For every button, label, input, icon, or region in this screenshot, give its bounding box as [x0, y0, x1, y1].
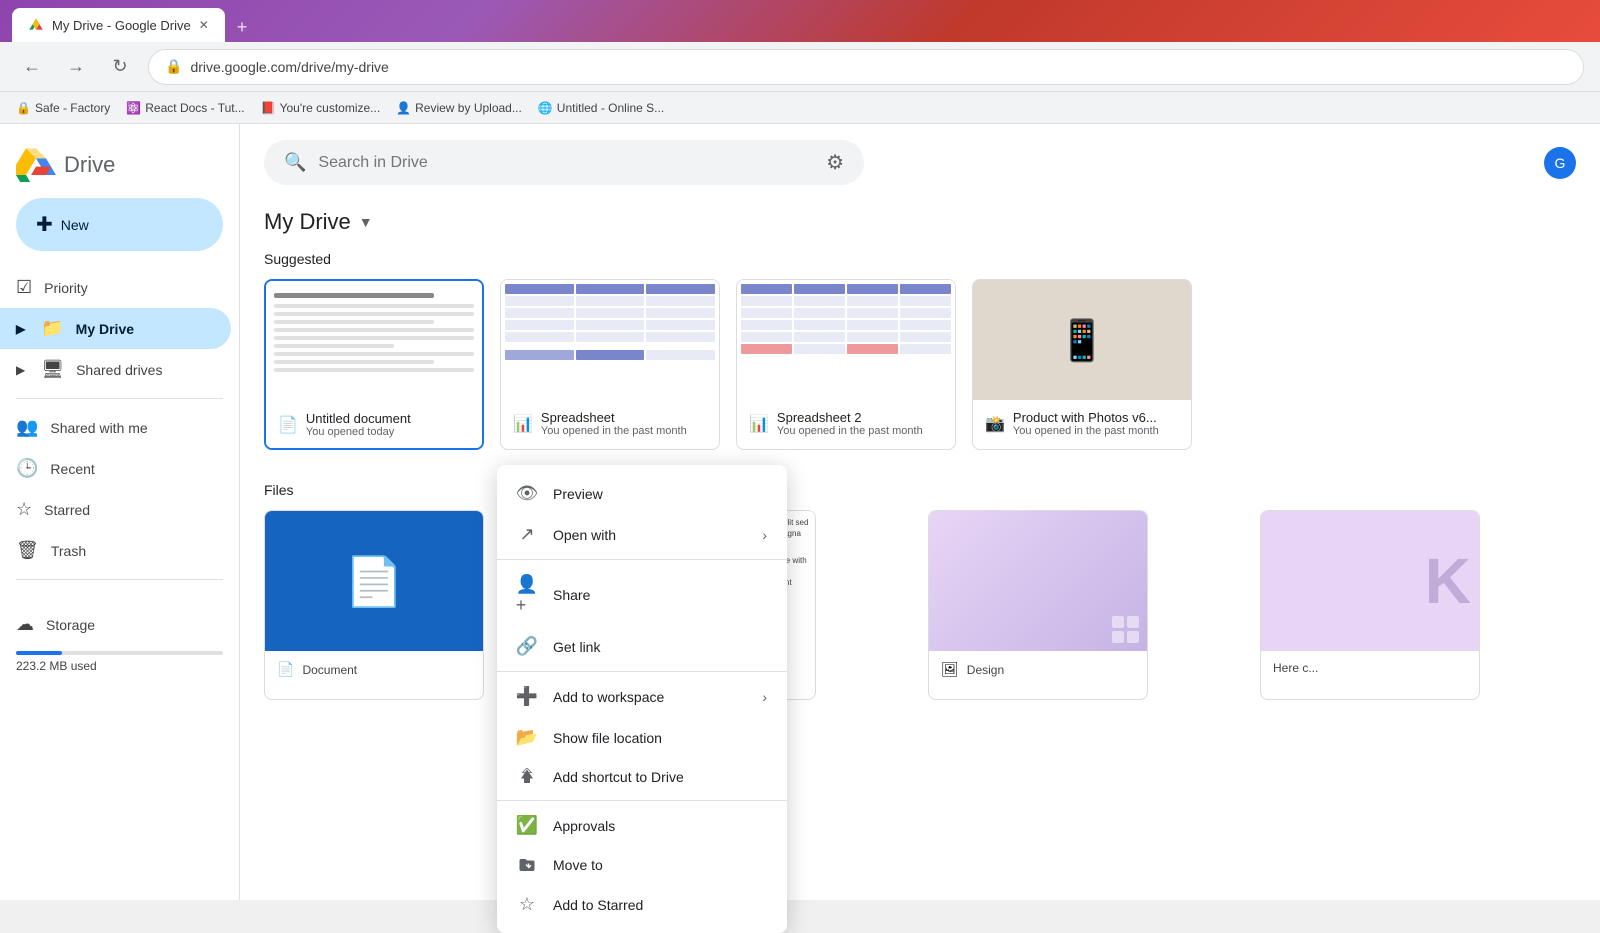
menu-item-add-shortcut[interactable]: Add shortcut to Drive	[497, 758, 787, 796]
menu-label-share: Share	[553, 587, 767, 603]
add-to-drive-icon	[517, 768, 537, 786]
menu-label-add-starred: Add to Starred	[553, 897, 767, 913]
menu-divider-2	[497, 671, 787, 672]
menu-label-preview: Preview	[553, 486, 767, 502]
menu-item-approvals[interactable]: ✅ Approvals	[497, 805, 787, 846]
menu-item-get-link[interactable]: 🔗 Get link	[497, 626, 787, 667]
link-icon: 🔗	[517, 636, 537, 657]
menu-item-share[interactable]: 👤+ Share	[497, 564, 787, 626]
menu-label-open-with: Open with	[553, 527, 746, 543]
open-in-new-icon: ↗	[517, 524, 537, 545]
menu-item-move-to[interactable]: Move to	[497, 846, 787, 884]
add-workspace-icon: ➕	[517, 686, 537, 707]
move-icon	[517, 856, 537, 874]
menu-divider-1	[497, 559, 787, 560]
menu-label-show-location: Show file location	[553, 730, 767, 746]
submenu-arrow-icon: ›	[762, 527, 767, 543]
person-add-icon: 👤+	[517, 574, 537, 616]
menu-item-preview[interactable]: 👁 Preview	[497, 473, 787, 514]
menu-item-add-to-starred[interactable]: ☆ Add to Starred	[497, 884, 787, 925]
approval-icon: ✅	[517, 815, 537, 836]
folder-open-icon: 📂	[517, 727, 537, 748]
submenu-arrow-icon-2: ›	[762, 689, 767, 705]
menu-item-show-file-location[interactable]: 📂 Show file location	[497, 717, 787, 758]
menu-label-get-link: Get link	[553, 639, 767, 655]
menu-item-open-with[interactable]: ↗ Open with ›	[497, 514, 787, 555]
menu-label-add-workspace: Add to workspace	[553, 689, 746, 705]
menu-label-move-to: Move to	[553, 857, 767, 873]
context-menu-overlay[interactable]	[0, 0, 1600, 900]
visibility-icon: 👁	[517, 483, 537, 504]
menu-label-approvals: Approvals	[553, 818, 767, 834]
menu-item-add-to-workspace[interactable]: ➕ Add to workspace ›	[497, 676, 787, 717]
star-border-icon: ☆	[517, 894, 537, 915]
context-menu: 👁 Preview ↗ Open with › 👤+ Share 🔗 Get l…	[497, 465, 787, 933]
menu-divider-3	[497, 800, 787, 801]
menu-label-add-shortcut: Add shortcut to Drive	[553, 769, 767, 785]
